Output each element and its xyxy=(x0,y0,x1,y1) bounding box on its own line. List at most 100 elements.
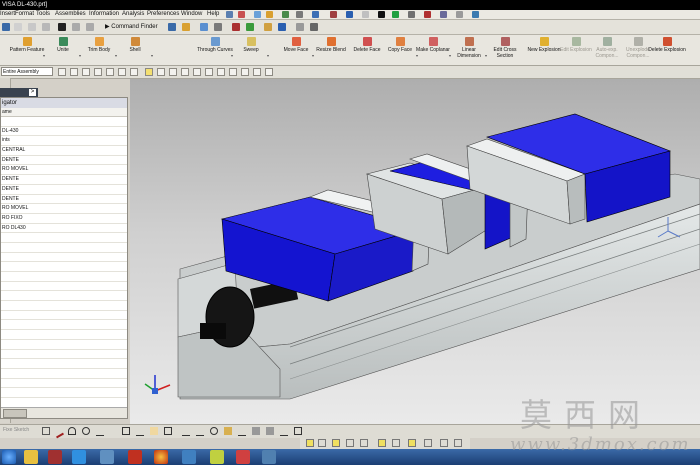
wcs-icon[interactable] xyxy=(266,11,273,18)
navigator-row[interactable] xyxy=(1,243,127,253)
snap-on-curve-icon[interactable] xyxy=(424,439,432,447)
selection-scope-dropdown[interactable]: Entire Assembly xyxy=(1,67,53,76)
sphere-icon[interactable] xyxy=(378,11,385,18)
body-filter-icon[interactable] xyxy=(130,68,138,76)
graphics-viewport[interactable] xyxy=(130,79,700,424)
start-button-icon[interactable] xyxy=(2,450,16,464)
body-icon[interactable] xyxy=(246,23,254,31)
navigator-row[interactable]: RO DL430 xyxy=(1,224,127,234)
navigator-row[interactable] xyxy=(1,330,127,340)
shell-button[interactable]: Shell ▾ xyxy=(116,37,154,63)
extend-icon[interactable] xyxy=(196,427,204,436)
navigator-row[interactable] xyxy=(1,388,127,398)
folder-taskbar-icon[interactable] xyxy=(210,450,224,464)
cut-icon[interactable] xyxy=(14,23,22,31)
snap-icon[interactable] xyxy=(232,23,240,31)
pattern-curve-icon[interactable] xyxy=(280,427,288,436)
fix-icon[interactable] xyxy=(294,427,302,435)
navigator-row[interactable]: DENTE xyxy=(1,156,127,166)
navigator-row[interactable]: RO MOVEL xyxy=(1,204,127,214)
point-sketch-icon[interactable] xyxy=(150,427,158,435)
datum-icon[interactable] xyxy=(182,23,190,31)
menu-information[interactable]: Information xyxy=(89,10,119,19)
copy-icon[interactable] xyxy=(28,23,36,31)
grid-icon[interactable] xyxy=(456,11,463,18)
collapse-panel-button[interactable]: > xyxy=(29,89,36,96)
scrollbar-thumb[interactable] xyxy=(3,409,27,418)
photo-taskbar-icon[interactable] xyxy=(236,450,250,464)
arc-icon[interactable] xyxy=(68,427,76,435)
undo-list-icon[interactable] xyxy=(226,11,233,18)
line-snap-icon[interactable] xyxy=(169,68,177,76)
record-icon[interactable] xyxy=(238,11,245,18)
navigator-row[interactable] xyxy=(1,233,127,243)
menu-preferences[interactable]: Preferences xyxy=(147,10,179,19)
select-icon[interactable] xyxy=(254,11,261,18)
center-snap-icon[interactable] xyxy=(205,68,213,76)
linear-dimension-button[interactable]: Linear Dimension ▾ xyxy=(450,37,488,63)
plane-icon[interactable] xyxy=(310,23,318,31)
snap-center-icon[interactable] xyxy=(346,439,354,447)
edit-cross-section-button[interactable]: Edit Cross Section xyxy=(486,37,524,63)
polyline-icon[interactable] xyxy=(136,427,144,436)
command-finder-button[interactable]: ▶ Command Finder xyxy=(105,23,158,32)
profile-icon[interactable] xyxy=(42,427,50,435)
navigator-column-name[interactable]: ame xyxy=(1,108,127,117)
select-all-icon[interactable] xyxy=(70,68,78,76)
pattern-feature-button[interactable]: Pattern Feature ▾ xyxy=(8,37,46,63)
redo-icon[interactable] xyxy=(86,23,94,31)
make-coplanar-button[interactable]: Make Coplanar ▾ xyxy=(414,37,452,63)
navigator-row[interactable]: DENTE xyxy=(1,175,127,185)
paste-icon[interactable] xyxy=(42,23,50,31)
navigator-row[interactable] xyxy=(1,301,127,311)
menu-format[interactable]: Format xyxy=(15,10,34,19)
existing-point-icon[interactable] xyxy=(241,68,249,76)
menu-insert[interactable]: Insert xyxy=(0,10,15,19)
navigator-row[interactable] xyxy=(1,253,127,263)
rectangle-icon[interactable] xyxy=(122,427,130,435)
hide-icon[interactable] xyxy=(408,11,415,18)
navigator-row[interactable]: DL-430 xyxy=(1,127,127,137)
sheet-icon[interactable] xyxy=(264,23,272,31)
undo-icon[interactable] xyxy=(72,23,80,31)
menu-tools[interactable]: Tools xyxy=(36,10,50,19)
through-curves-button[interactable]: Through Curves ▾ xyxy=(196,37,234,63)
explorer-taskbar-icon[interactable] xyxy=(24,450,38,464)
point-snap-icon[interactable] xyxy=(94,68,102,76)
snap-pole-icon[interactable] xyxy=(454,439,462,447)
snap-enable-icon[interactable] xyxy=(306,439,314,447)
navigator-row[interactable] xyxy=(1,272,127,282)
view-icon[interactable] xyxy=(312,11,319,18)
navigator-row[interactable] xyxy=(1,350,127,360)
color-icon[interactable] xyxy=(392,11,399,18)
pole-snap-icon[interactable] xyxy=(253,68,261,76)
delete-explosion-button[interactable]: Delete Explosion xyxy=(648,37,686,63)
snap-intersection-icon[interactable] xyxy=(378,439,386,447)
move-face-button[interactable]: Move Face ▾ xyxy=(277,37,315,63)
navigator-row[interactable] xyxy=(1,320,127,331)
navigator-row[interactable]: ints xyxy=(1,136,127,147)
endpoint-snap-icon[interactable] xyxy=(145,68,153,76)
fit-icon[interactable] xyxy=(296,11,303,18)
curve-icon[interactable] xyxy=(278,23,286,31)
sweep-button[interactable]: Sweep ▾ xyxy=(232,37,270,63)
navigator-row[interactable] xyxy=(1,311,127,321)
window-taskbar-icon[interactable] xyxy=(262,450,276,464)
measure-icon[interactable] xyxy=(424,11,431,18)
pdf-taskbar-icon[interactable] xyxy=(128,450,142,464)
navigator-row[interactable] xyxy=(1,340,127,350)
vise-model[interactable] xyxy=(130,79,700,424)
snap-control-icon[interactable] xyxy=(360,439,368,447)
dimension-icon[interactable] xyxy=(252,427,260,435)
navigator-row[interactable] xyxy=(1,379,127,389)
section-icon[interactable] xyxy=(440,11,447,18)
delete-icon[interactable] xyxy=(58,23,66,31)
menu-analysis[interactable]: Analysis xyxy=(122,10,144,19)
save-icon[interactable] xyxy=(2,23,10,31)
snap-quadrant-icon[interactable] xyxy=(392,439,400,447)
face-rule-icon[interactable] xyxy=(118,68,126,76)
unite-button[interactable]: Unite ▾ xyxy=(44,37,82,63)
ie-taskbar-icon[interactable] xyxy=(72,450,86,464)
mirror-icon[interactable] xyxy=(238,427,246,436)
curve-rule-icon[interactable] xyxy=(106,68,114,76)
